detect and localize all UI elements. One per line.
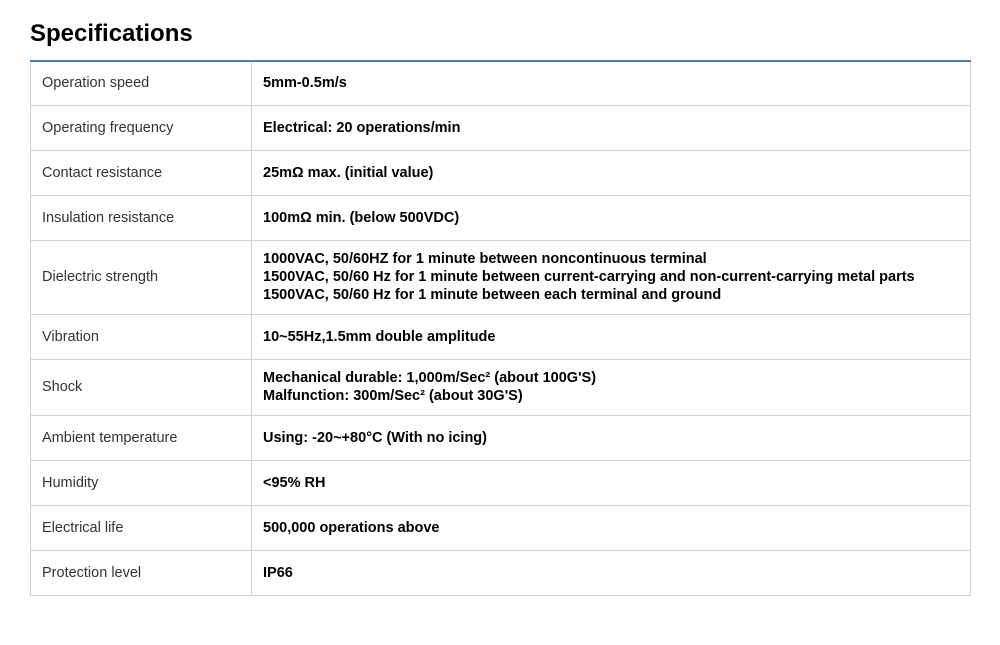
- table-row: Humidity <95% RH: [30, 459, 971, 506]
- spec-value-line: 5mm-0.5m/s: [263, 75, 347, 92]
- spec-value: 100mΩ min. (below 500VDC): [251, 194, 971, 241]
- table-row: Shock Mechanical durable: 1,000m/Sec² (a…: [30, 358, 971, 416]
- spec-label: Shock: [30, 358, 252, 416]
- spec-label: Operating frequency: [30, 104, 252, 151]
- table-row: Protection level IP66: [30, 549, 971, 596]
- spec-value-line: IP66: [263, 564, 293, 581]
- spec-label: Protection level: [30, 549, 252, 596]
- spec-label: Vibration: [30, 313, 252, 360]
- table-row: Ambient temperature Using: -20~+80°C (Wi…: [30, 414, 971, 461]
- spec-value-line: 1500VAC, 50/60 Hz for 1 minute between c…: [263, 269, 915, 285]
- spec-value-line: 10~55Hz,1.5mm double amplitude: [263, 328, 496, 345]
- spec-value-line: Using: -20~+80°C (With no icing): [263, 429, 487, 446]
- table-row: Vibration 10~55Hz,1.5mm double amplitude: [30, 313, 971, 360]
- spec-value-line: Malfunction: 300m/Sec² (about 30G'S): [263, 388, 523, 404]
- spec-label: Dielectric strength: [30, 239, 252, 315]
- spec-value: 25mΩ max. (initial value): [251, 149, 971, 196]
- spec-label: Insulation resistance: [30, 194, 252, 241]
- table-row: Insulation resistance 100mΩ min. (below …: [30, 194, 971, 241]
- spec-value: Using: -20~+80°C (With no icing): [251, 414, 971, 461]
- spec-value: IP66: [251, 549, 971, 596]
- spec-value-line: 1000VAC, 50/60HZ for 1 minute between no…: [263, 251, 707, 267]
- spec-label: Contact resistance: [30, 149, 252, 196]
- spec-value: 10~55Hz,1.5mm double amplitude: [251, 313, 971, 360]
- spec-value: 500,000 operations above: [251, 504, 971, 551]
- spec-value-line: 1500VAC, 50/60 Hz for 1 minute between e…: [263, 287, 722, 303]
- spec-value: Mechanical durable: 1,000m/Sec² (about 1…: [251, 358, 971, 416]
- spec-label: Humidity: [30, 459, 252, 506]
- spec-value: <95% RH: [251, 459, 971, 506]
- table-row: Electrical life 500,000 operations above: [30, 504, 971, 551]
- spec-value: 1000VAC, 50/60HZ for 1 minute between no…: [251, 239, 971, 315]
- page-title: Specifications: [30, 20, 193, 47]
- spec-value: 5mm-0.5m/s: [251, 61, 971, 106]
- table-row: Contact resistance 25mΩ max. (initial va…: [30, 149, 971, 196]
- spec-value-line: 100mΩ min. (below 500VDC): [263, 209, 460, 226]
- table-row: Operation speed 5mm-0.5m/s: [30, 61, 971, 106]
- spec-value-line: 500,000 operations above: [263, 519, 440, 536]
- spec-value-line: <95% RH: [263, 474, 326, 491]
- spec-value: Electrical: 20 operations/min: [251, 104, 971, 151]
- table-row: Dielectric strength 1000VAC, 50/60HZ for…: [30, 239, 971, 315]
- spec-label: Operation speed: [30, 61, 252, 106]
- spec-value-line: Electrical: 20 operations/min: [263, 119, 461, 136]
- table-row: Operating frequency Electrical: 20 opera…: [30, 104, 971, 151]
- spec-value-line: Mechanical durable: 1,000m/Sec² (about 1…: [263, 370, 597, 386]
- specifications-table: Operation speed 5mm-0.5m/s Operating fre…: [30, 60, 971, 596]
- spec-label: Ambient temperature: [30, 414, 252, 461]
- spec-label: Electrical life: [30, 504, 252, 551]
- spec-value-line: 25mΩ max. (initial value): [263, 164, 434, 181]
